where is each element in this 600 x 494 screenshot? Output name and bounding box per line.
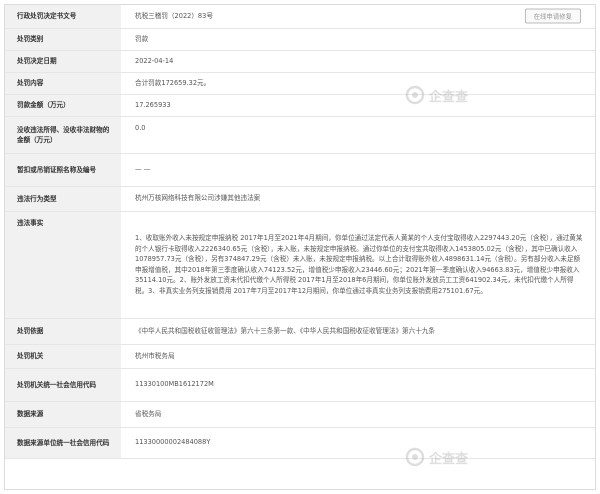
row-label: 违法事实 — [5, 211, 121, 319]
table-row: 处罚依据 《中华人民共和国税收征收管理法》第六十三条第一款、《中华人民共和国税收… — [5, 318, 595, 345]
row-value: 罚款 — [121, 28, 595, 51]
row-value: 杭州市税务局 — [121, 344, 595, 369]
table-row: 处罚机关 杭州市税务局 — [5, 344, 595, 369]
row-label: 数据来源 — [5, 401, 121, 428]
row-value: 《中华人民共和国税收征收管理法》第六十三条第一款、《中华人民共和国税收征收管理法… — [121, 318, 595, 345]
row-value: 杭税三稽罚（2022）83号 在线申请修复 — [121, 5, 595, 29]
row-value: 杭州万核网络科技有限公司涉嫌其他违法案 — [121, 186, 595, 212]
row-label: 暂扣或吊销证照名称及编号 — [5, 153, 121, 187]
row-label: 处罚类别 — [5, 28, 121, 51]
row-value: 省税务局 — [121, 401, 595, 428]
row-value: 0.0 — [121, 116, 595, 154]
table-row: 违法行为类型 杭州万核网络科技有限公司涉嫌其他违法案 — [5, 186, 595, 212]
row-label: 罚款金额（万元） — [5, 94, 121, 117]
row-label: 没收违法所得、没收非法财物的金额（万元） — [5, 116, 121, 154]
row-label: 处罚机关统一社会信用代码 — [5, 368, 121, 402]
document-number: 杭税三稽罚（2022）83号 — [135, 12, 213, 20]
row-label: 处罚机关 — [5, 344, 121, 369]
penalty-record-panel: 行政处罚决定书文号 杭税三稽罚（2022）83号 在线申请修复 处罚类别 罚款 … — [4, 4, 596, 490]
row-label: 处罚内容 — [5, 72, 121, 95]
table-row: 违法事实 1、收取账外收入未按规定申报纳税 2017年1月至2021年4月期间，… — [5, 211, 595, 319]
table-row: 数据来源 省税务局 — [5, 401, 595, 428]
table-row: 没收违法所得、没收非法财物的金额（万元） 0.0 — [5, 116, 595, 154]
apply-repair-button[interactable]: 在线申请修复 — [524, 8, 581, 24]
row-value: — — — [121, 153, 595, 187]
penalty-details-table: 行政处罚决定书文号 杭税三稽罚（2022）83号 在线申请修复 处罚类别 罚款 … — [5, 5, 595, 459]
table-row: 处罚内容 合计罚款172659.32元。 — [5, 72, 595, 95]
row-value: 1、收取账外收入未按规定申报纳税 2017年1月至2021年4月期间，你单位通过… — [121, 211, 595, 319]
row-value: 11330100MB1612172M — [121, 368, 595, 402]
row-label: 行政处罚决定书文号 — [5, 5, 121, 29]
row-value: 合计罚款172659.32元。 — [121, 72, 595, 95]
table-row: 处罚类别 罚款 — [5, 28, 595, 51]
table-row: 行政处罚决定书文号 杭税三稽罚（2022）83号 在线申请修复 — [5, 5, 595, 29]
row-label: 处罚决定日期 — [5, 50, 121, 73]
row-value: 2022-04-14 — [121, 50, 595, 73]
row-label: 数据来源单位统一社会信用代码 — [5, 427, 121, 459]
table-row: 处罚决定日期 2022-04-14 — [5, 50, 595, 73]
table-row: 处罚机关统一社会信用代码 11330100MB1612172M — [5, 368, 595, 402]
table-row: 数据来源单位统一社会信用代码 11330000002484088Y — [5, 427, 595, 459]
row-value: 11330000002484088Y — [121, 427, 595, 459]
row-label: 违法行为类型 — [5, 186, 121, 212]
row-label: 处罚依据 — [5, 318, 121, 345]
table-row: 罚款金额（万元） 17.265933 — [5, 94, 595, 117]
table-row: 暂扣或吊销证照名称及编号 — — — [5, 153, 595, 187]
row-value: 17.265933 — [121, 94, 595, 117]
